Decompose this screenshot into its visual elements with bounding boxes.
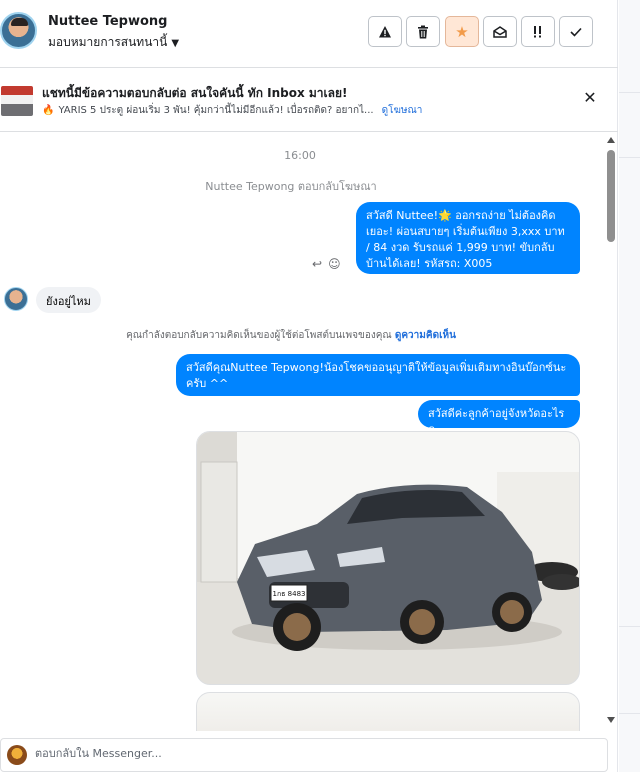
ad-subtitle-text: YARIS 5 ประตู ผ่อนเริ่ม 3 พัน! คุ้มกว่าน… xyxy=(58,105,374,116)
mark-unread-button[interactable] xyxy=(483,16,517,47)
emoji-icon[interactable]: ☺ xyxy=(328,257,341,271)
view-comment-link[interactable]: ดูความคิดเห็น xyxy=(395,330,456,341)
delete-button[interactable] xyxy=(406,16,440,47)
ad-reply-notice: Nuttee Tepwong ตอบกลับโฆษณา xyxy=(205,180,377,193)
conversation-panel: Nuttee Tepwong มอบหมายการสนทนานี้ ▼ ★ แชท… xyxy=(0,0,618,772)
license-plate: 1กธ 8483 xyxy=(272,590,305,598)
contact-avatar[interactable] xyxy=(0,12,37,49)
side-panel-edge xyxy=(619,0,640,772)
ad-banner-subtitle: 🔥 YARIS 5 ประตู ผ่อนเริ่ม 3 พัน! คุ้มกว่า… xyxy=(42,103,422,118)
star-icon: ★ xyxy=(455,22,469,41)
message-actions: ↩ ☺ xyxy=(312,257,347,271)
close-icon[interactable]: ✕ xyxy=(582,90,598,106)
assign-label: มอบหมายการสนทนานี้ xyxy=(48,35,168,49)
second-photo-attachment[interactable] xyxy=(196,692,580,731)
follow-up-button[interactable] xyxy=(521,16,555,47)
scroll-up-icon[interactable] xyxy=(607,137,615,143)
page-avatar xyxy=(7,745,27,765)
mark-done-button[interactable] xyxy=(559,16,593,47)
warning-icon xyxy=(379,25,391,37)
car-photo-attachment[interactable]: 1กธ 8483 xyxy=(196,431,580,685)
conversation-header: Nuttee Tepwong มอบหมายการสนทนานี้ ▼ ★ xyxy=(0,0,618,68)
outgoing-message[interactable]: สวัสดีค่ะลูกค้าอยู่จังหวัดอะไรคะ xyxy=(418,400,580,436)
message-thread: 16:00 Nuttee Tepwong ตอบกลับโฆษณา สวัสดี… xyxy=(0,133,606,731)
contact-name[interactable]: Nuttee Tepwong xyxy=(48,14,168,29)
fire-icon: 🔥 xyxy=(42,105,55,116)
ad-thumbnail xyxy=(1,86,33,116)
thread-scrollbar[interactable] xyxy=(604,133,618,731)
scroll-down-icon[interactable] xyxy=(607,717,615,723)
contact-avatar-small xyxy=(4,287,28,311)
reply-icon[interactable]: ↩ xyxy=(312,257,322,271)
reply-composer xyxy=(0,738,608,772)
star-button[interactable]: ★ xyxy=(445,16,479,47)
ad-banner-title: แชทนี้มีข้อความตอบกลับต่อ สนใจคันนี้ ทัก… xyxy=(42,86,348,100)
outgoing-message[interactable]: สวัสดีคุณNuttee Tepwong!น้องโชคขออนุญาติ… xyxy=(176,354,580,396)
incoming-message[interactable]: ยังอยู่ไหม xyxy=(36,287,101,313)
envelope-open-icon xyxy=(493,25,507,38)
view-ad-link[interactable]: ดูโฆษณา xyxy=(382,105,423,116)
car-image: 1กธ 8483 xyxy=(197,432,579,651)
check-icon xyxy=(570,27,582,37)
outgoing-message[interactable]: สวัสดี Nuttee!🌟 ออกรถง่าย ไม่ต้องคิดเยอะ… xyxy=(356,202,580,274)
ad-reply-banner: แชทนี้มีข้อความตอบกลับต่อ สนใจคันนี้ ทัก… xyxy=(0,68,618,132)
reply-input[interactable] xyxy=(35,747,595,760)
comment-reply-notice: คุณกำลังตอบกลับความคิดเห็นของผู้ใช้ต่อโพ… xyxy=(0,328,582,343)
mark-spam-button[interactable] xyxy=(368,16,402,47)
scrollbar-thumb[interactable] xyxy=(607,150,615,242)
assign-conversation-dropdown[interactable]: มอบหมายการสนทนานี้ ▼ xyxy=(48,33,179,52)
follow-up-icon xyxy=(534,25,541,37)
message-timestamp: 16:00 xyxy=(284,149,316,162)
caret-down-icon: ▼ xyxy=(171,38,180,49)
trash-icon xyxy=(418,25,428,38)
comment-notice-text: คุณกำลังตอบกลับความคิดเห็นของผู้ใช้ต่อโพ… xyxy=(126,330,392,341)
